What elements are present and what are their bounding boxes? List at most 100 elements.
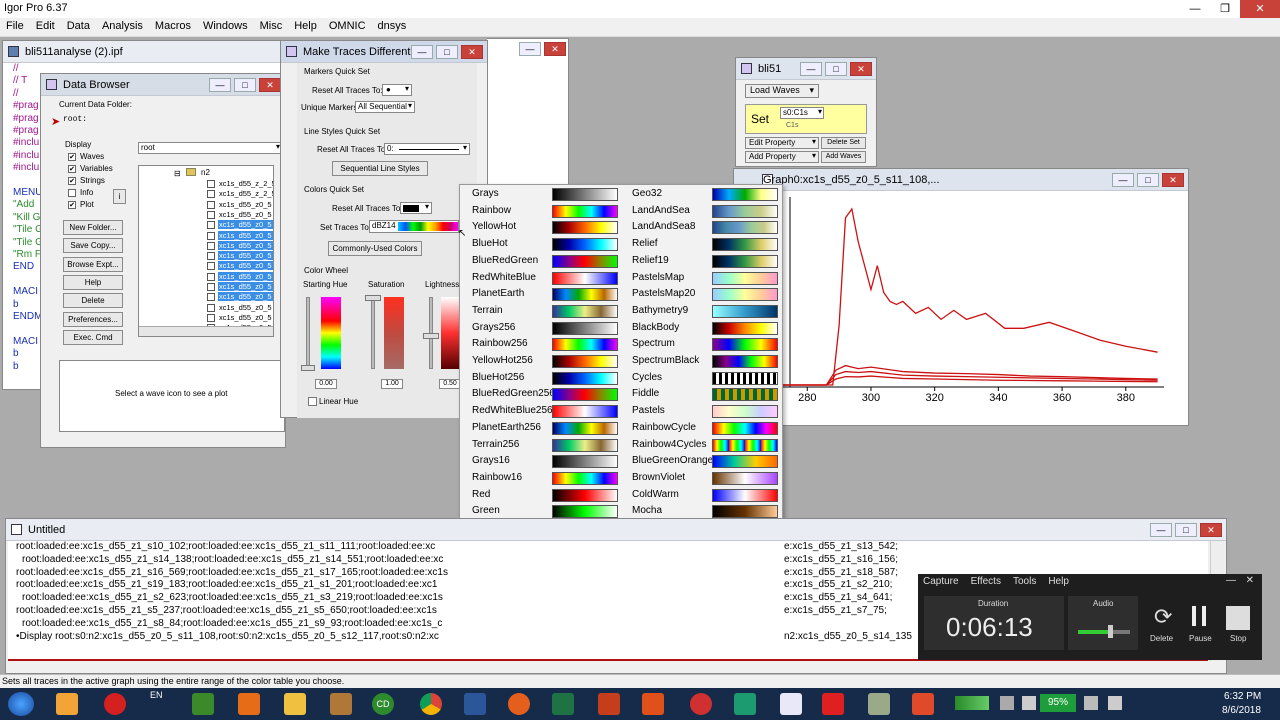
color-table-item[interactable]: Rainbow256 [460,336,620,353]
tree-item-checkbox[interactable] [207,293,215,302]
color-table-item[interactable]: YellowHot256 [460,353,620,370]
color-table-item[interactable]: PastelsMap [620,270,780,287]
marker-select[interactable]: ● ▾ [382,84,412,96]
chemistry-icon[interactable] [330,693,352,715]
color-table-item[interactable]: RedWhiteBlue256 [460,403,620,420]
menu-macros[interactable]: Macros [149,18,197,36]
tree-item[interactable]: xc1s_d55_z0_5 [218,261,273,271]
add-property-button[interactable]: Add Property ▾ [745,151,819,163]
color-table-item[interactable]: Terrain256 [460,437,620,454]
color-table-item[interactable]: Rainbow [460,203,620,220]
color-table-item[interactable]: BlueRedGreen256 [460,386,620,403]
cloud-icon[interactable] [104,693,126,715]
color-table-item[interactable]: BlackBody [620,320,780,337]
display-checkbox[interactable]: ✔ [68,177,76,185]
lightness-value[interactable]: 0.50 [439,379,461,389]
color-table-item[interactable]: Relief [620,236,780,253]
color-table-item[interactable]: BlueHot [460,236,620,253]
tree-item-checkbox[interactable] [207,252,215,261]
display-checkbox[interactable]: ✔ [68,153,76,161]
tree-item-checkbox[interactable] [207,241,215,250]
origin-icon[interactable] [642,693,664,715]
maximize-icon[interactable]: □ [234,78,256,92]
add-waves-button[interactable]: Add Waves [821,151,866,163]
frog-app-icon[interactable] [192,693,214,715]
download-icon[interactable] [822,693,844,715]
close-icon[interactable]: ✕ [259,78,281,92]
tree-item-checkbox[interactable] [207,190,215,199]
hue-slider[interactable] [306,297,310,369]
color-table-item[interactable]: BrownViolet [620,470,780,487]
pause-icon[interactable] [1192,606,1206,626]
display-checkbox[interactable]: ✔ [68,201,76,209]
edit-property-button[interactable]: Edit Property ▾ [745,137,819,149]
data-tree[interactable]: ⊟ n2 xc1s_d55_z_2_5 xc1s_d55_z_2_5 xc1s_d5… [138,165,274,337]
display-checkbox[interactable] [68,189,76,197]
close-icon[interactable]: ✕ [850,62,872,76]
maximize-icon[interactable]: □ [1175,523,1197,537]
close-icon[interactable]: ✕ [1240,0,1280,18]
menu-data[interactable]: Data [61,18,96,36]
color-table-item[interactable]: Grays256 [460,320,620,337]
minimize-icon[interactable]: — [1226,575,1236,586]
color-table-item[interactable]: RainbowCycle [620,420,780,437]
cd-app-icon[interactable]: CD [372,693,394,715]
color-table-item[interactable]: Terrain [460,303,620,320]
restore-icon[interactable]: ❐ [1210,0,1240,18]
wifi-icon[interactable] [1022,696,1036,710]
close-icon[interactable]: ✕ [1162,173,1184,187]
data-browser-button-save-copy[interactable]: Save Copy... [63,238,123,254]
minimize-icon[interactable]: — [411,45,433,59]
folder-expand-icon[interactable]: ⊟ [174,169,181,178]
tree-item[interactable]: xc1s_d55_z0_5 [218,240,273,250]
start-icon[interactable] [8,692,34,716]
minimize-icon[interactable]: — [1112,173,1134,187]
tree-item[interactable]: xc1s_d55_z0_5 [218,303,273,312]
color-reset-select[interactable]: ▾ [400,202,432,214]
tree-item[interactable]: xc1s_d55_z0_5 [218,251,273,261]
maximize-icon[interactable]: □ [436,45,458,59]
root-select[interactable]: root ▾ [138,142,283,154]
saturation-slider[interactable] [371,297,375,369]
hue-slider-handle[interactable] [301,365,315,371]
color-table-item[interactable]: LandAndSea8 [620,219,780,236]
clock-date[interactable]: 8/6/2018 [1222,705,1261,716]
set-traces-select[interactable]: dBZ14 [369,220,459,233]
maximize-icon[interactable]: □ [1137,173,1159,187]
tree-item-checkbox[interactable] [207,180,215,188]
powerpoint-icon[interactable] [598,693,620,715]
sequential-line-styles-button[interactable]: Sequential Line Styles [332,161,428,176]
close-icon[interactable]: ✕ [1200,523,1222,537]
file-explorer-icon[interactable] [284,693,306,715]
tree-item-checkbox[interactable] [207,221,215,230]
capture-menu-effects[interactable]: Effects [971,576,1001,587]
excel-icon[interactable] [552,693,574,715]
color-table-item[interactable]: BlueGreenOrange [620,453,780,470]
color-table-item[interactable]: BlueRedGreen [460,253,620,270]
tree-item-checkbox[interactable] [207,262,215,271]
word-icon[interactable] [464,693,486,715]
capture-widget[interactable]: Capture Effects Tools Help — ✕ Duration 0:0… [918,574,1262,660]
color-table-item[interactable]: BlueHot256 [460,370,620,387]
delete-icon[interactable]: ⟳ [1154,604,1172,630]
capture-app-icon[interactable] [912,693,934,715]
firefox-icon[interactable] [508,693,530,715]
tree-item-checkbox[interactable] [207,210,215,219]
color-table-item[interactable]: Geo32 [620,186,780,203]
color-table-item[interactable]: Rainbow4Cycles [620,437,780,454]
set-panel-window[interactable]: bli51 — □ ✕ Load Waves ▾ Set s0:C1s ▾ C1s Ed… [735,57,877,167]
set-select[interactable]: s0:C1s ▾ [780,107,824,119]
color-table-item[interactable]: YellowHot [460,219,620,236]
data-browser-button-help[interactable]: Help [63,274,123,290]
set-selector[interactable]: Set s0:C1s ▾ C1s [745,104,867,134]
tree-scrollbar[interactable] [139,326,273,336]
menu-file[interactable]: File [0,18,30,36]
tree-item[interactable]: xc1s_d55_z_2_5 [218,189,273,198]
language-indicator[interactable]: EN [150,690,163,700]
tree-item[interactable]: xc1s_d55_z0_5 [218,292,273,302]
graph-plot[interactable]: 260280300320340360380 [734,192,1188,426]
minimize-icon[interactable]: — [519,42,541,56]
graph-window[interactable]: Graph0:xc1s_d55_z0_5_s11_108,... —□✕ 260… [733,168,1189,426]
maximize-icon[interactable]: □ [825,62,847,76]
minimize-icon[interactable]: — [209,78,231,92]
